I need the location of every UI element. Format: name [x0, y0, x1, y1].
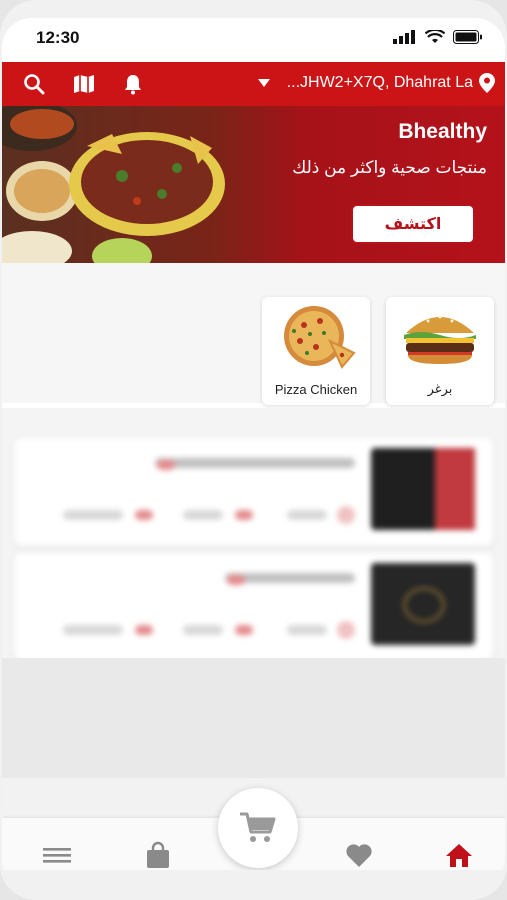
category-label: Pizza Chicken: [274, 382, 358, 397]
burger-icon: [404, 315, 476, 364]
category-card-pizza[interactable]: Pizza Chicken: [262, 297, 370, 405]
cart-icon: [240, 812, 276, 842]
battery-icon: [453, 30, 482, 44]
app-screen: 12:30 ...JHW2+X7Q, Dhahrat La Bhealthy م…: [2, 18, 505, 888]
location-text: ...JHW2+X7Q, Dhahrat La: [286, 74, 473, 91]
search-icon[interactable]: [22, 72, 46, 96]
pizza-icon: [284, 306, 356, 369]
phone-frame: 12:30 ...JHW2+X7Q, Dhahrat La Bhealthy م…: [0, 0, 507, 900]
location-selector[interactable]: ...JHW2+X7Q, Dhahrat La: [257, 73, 495, 93]
status-icons: [393, 30, 483, 44]
restaurant-card[interactable]: [14, 438, 493, 546]
restaurant-thumbnail: [371, 563, 475, 645]
restaurant-thumbnail: [371, 448, 475, 530]
empty-area: [2, 658, 505, 778]
status-time: 12:30: [36, 28, 80, 47]
bag-icon[interactable]: [143, 840, 173, 870]
wifi-icon: [425, 30, 445, 43]
category-label: برغر: [427, 381, 453, 396]
menu-icon[interactable]: [42, 840, 72, 870]
banner-subtitle: منتجات صحية واكثر من ذلك: [292, 158, 487, 177]
map-icon[interactable]: [72, 72, 96, 96]
signal-icon: [393, 30, 415, 44]
category-row: برغر Pizza Chicken: [2, 263, 505, 405]
restaurant-card[interactable]: [14, 553, 493, 661]
bell-icon[interactable]: [121, 72, 145, 96]
top-app-bar: ...JHW2+X7Q, Dhahrat La: [2, 62, 505, 106]
category-card-burger[interactable]: برغر: [386, 297, 494, 405]
cart-button[interactable]: [218, 788, 298, 868]
home-icon[interactable]: [444, 840, 474, 870]
heart-icon[interactable]: [344, 840, 374, 870]
phone-bottom-bezel: [0, 870, 507, 900]
chevron-down-icon: [257, 79, 270, 87]
status-bar: 12:30: [2, 18, 505, 62]
banner-title: Bhealthy: [398, 120, 487, 143]
promo-banner[interactable]: Bhealthy منتجات صحية واكثر من ذلك اكتشف: [2, 106, 505, 263]
explore-button[interactable]: اكتشف: [351, 204, 475, 244]
restaurant-list: [2, 408, 505, 661]
location-pin-icon: [479, 73, 495, 93]
